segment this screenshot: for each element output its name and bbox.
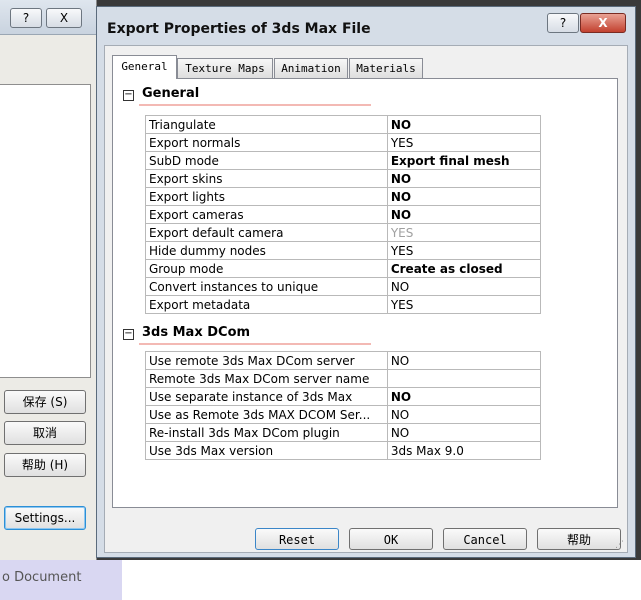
property-value[interactable]: NO — [386, 115, 542, 134]
property-row[interactable]: Use as Remote 3ds MAX DCOM Ser... NO — [145, 405, 542, 424]
property-name: Export default camera — [145, 223, 388, 242]
property-value[interactable] — [386, 369, 542, 388]
property-name: Triangulate — [145, 115, 388, 134]
section-underline — [139, 343, 371, 345]
property-row[interactable]: Hide dummy nodes YES — [145, 241, 542, 260]
property-name: Group mode — [145, 259, 388, 278]
property-row[interactable]: Use remote 3ds Max DCom server NO — [145, 351, 542, 370]
background-help-button[interactable]: ? — [10, 8, 42, 28]
background-list-panel[interactable] — [0, 84, 91, 378]
property-row[interactable]: Export normals YES — [145, 133, 542, 152]
property-row[interactable]: Export skins NO — [145, 169, 542, 188]
property-value[interactable]: NO — [386, 205, 542, 224]
cancel-button[interactable]: Cancel — [443, 528, 527, 550]
property-row[interactable]: Export default camera YES — [145, 223, 542, 242]
property-value[interactable]: YES — [386, 241, 542, 260]
property-value[interactable]: YES — [386, 133, 542, 152]
property-row[interactable]: Use 3ds Max version 3ds Max 9.0 — [145, 441, 542, 460]
dialog-help-button[interactable]: ? — [547, 13, 579, 33]
property-row[interactable]: SubD mode Export final mesh — [145, 151, 542, 170]
property-name: Export metadata — [145, 295, 388, 314]
cancel-button-bg[interactable]: 取消 — [4, 421, 86, 445]
property-name: Export normals — [145, 133, 388, 152]
property-name: Use remote 3ds Max DCom server — [145, 351, 388, 370]
property-row[interactable]: Export metadata YES — [145, 295, 542, 314]
tab-texture-maps[interactable]: Texture Maps — [177, 58, 273, 78]
property-value[interactable]: NO — [386, 351, 542, 370]
property-row[interactable]: Export cameras NO — [145, 205, 542, 224]
property-name: Hide dummy nodes — [145, 241, 388, 260]
property-name: Remote 3ds Max DCom server name — [145, 369, 388, 388]
property-grid: − General Triangulate NO Export normals YES S… — [119, 85, 549, 495]
resize-grip-icon[interactable]: ⋰ — [615, 540, 625, 550]
collapse-icon[interactable]: − — [123, 90, 134, 101]
tab-panel: − General Triangulate NO Export normals YES S… — [112, 78, 618, 508]
property-row[interactable]: Convert instances to unique NO — [145, 277, 542, 296]
property-name: Re-install 3ds Max DCom plugin — [145, 423, 388, 442]
property-row[interactable]: Remote 3ds Max DCom server name — [145, 369, 542, 388]
property-name: Use 3ds Max version — [145, 441, 388, 460]
section-title-general: General — [142, 86, 200, 101]
export-properties-dialog: Export Properties of 3ds Max File ? X Ge… — [96, 6, 636, 558]
property-name: Export lights — [145, 187, 388, 206]
property-row[interactable]: Use separate instance of 3ds Max NO — [145, 387, 542, 406]
property-value[interactable]: Export final mesh — [386, 151, 542, 170]
collapse-icon[interactable]: − — [123, 329, 134, 340]
property-name: SubD mode — [145, 151, 388, 170]
property-name: Export skins — [145, 169, 388, 188]
property-row[interactable]: Triangulate NO — [145, 115, 542, 134]
background-window: ? X 保存 (S) 取消 帮助 (H) Settings... — [0, 0, 97, 560]
section-title-dcom: 3ds Max DCom — [142, 325, 251, 340]
tab-animation[interactable]: Animation — [274, 58, 348, 78]
reset-button[interactable]: Reset — [255, 528, 339, 550]
settings-button[interactable]: Settings... — [4, 506, 86, 530]
ok-button[interactable]: OK — [349, 528, 433, 550]
property-name: Use separate instance of 3ds Max — [145, 387, 388, 406]
property-value[interactable]: 3ds Max 9.0 — [386, 441, 542, 460]
section-header-general[interactable]: − General — [123, 86, 199, 101]
property-row[interactable]: Group mode Create as closed — [145, 259, 542, 278]
property-value[interactable]: Create as closed — [386, 259, 542, 278]
desktop-area — [122, 560, 641, 600]
help-button-bg[interactable]: 帮助 (H) — [4, 453, 86, 477]
property-value[interactable]: NO — [386, 277, 542, 296]
help-button[interactable]: 帮助 — [537, 528, 621, 550]
section-header-dcom[interactable]: −3ds Max DCom — [123, 325, 250, 340]
property-value[interactable]: NO — [386, 405, 542, 424]
dialog-close-button[interactable]: X — [580, 13, 626, 33]
property-value[interactable]: YES — [386, 223, 542, 242]
dialog-client-area: General Texture Maps Animation Materials… — [104, 45, 628, 553]
property-value[interactable]: NO — [386, 387, 542, 406]
property-value[interactable]: NO — [386, 423, 542, 442]
dcom-properties-table: Use remote 3ds Max DCom server NO Remote 3… — [145, 351, 542, 460]
property-value[interactable]: NO — [386, 187, 542, 206]
tab-materials[interactable]: Materials — [349, 58, 423, 78]
section-underline — [139, 104, 371, 106]
property-row[interactable]: Re-install 3ds Max DCom plugin NO — [145, 423, 542, 442]
general-properties-table: Triangulate NO Export normals YES SubD mode E… — [145, 115, 542, 314]
tab-general[interactable]: General — [112, 55, 177, 79]
property-value[interactable]: NO — [386, 169, 542, 188]
save-button[interactable]: 保存 (S) — [4, 390, 86, 414]
property-value[interactable]: YES — [386, 295, 542, 314]
dialog-title: Export Properties of 3ds Max File — [107, 21, 371, 37]
property-name: Export cameras — [145, 205, 388, 224]
background-status-text: o Document — [0, 560, 122, 600]
background-close-button[interactable]: X — [46, 8, 82, 28]
property-name: Convert instances to unique — [145, 277, 388, 296]
property-row[interactable]: Export lights NO — [145, 187, 542, 206]
property-name: Use as Remote 3ds MAX DCOM Ser... — [145, 405, 388, 424]
